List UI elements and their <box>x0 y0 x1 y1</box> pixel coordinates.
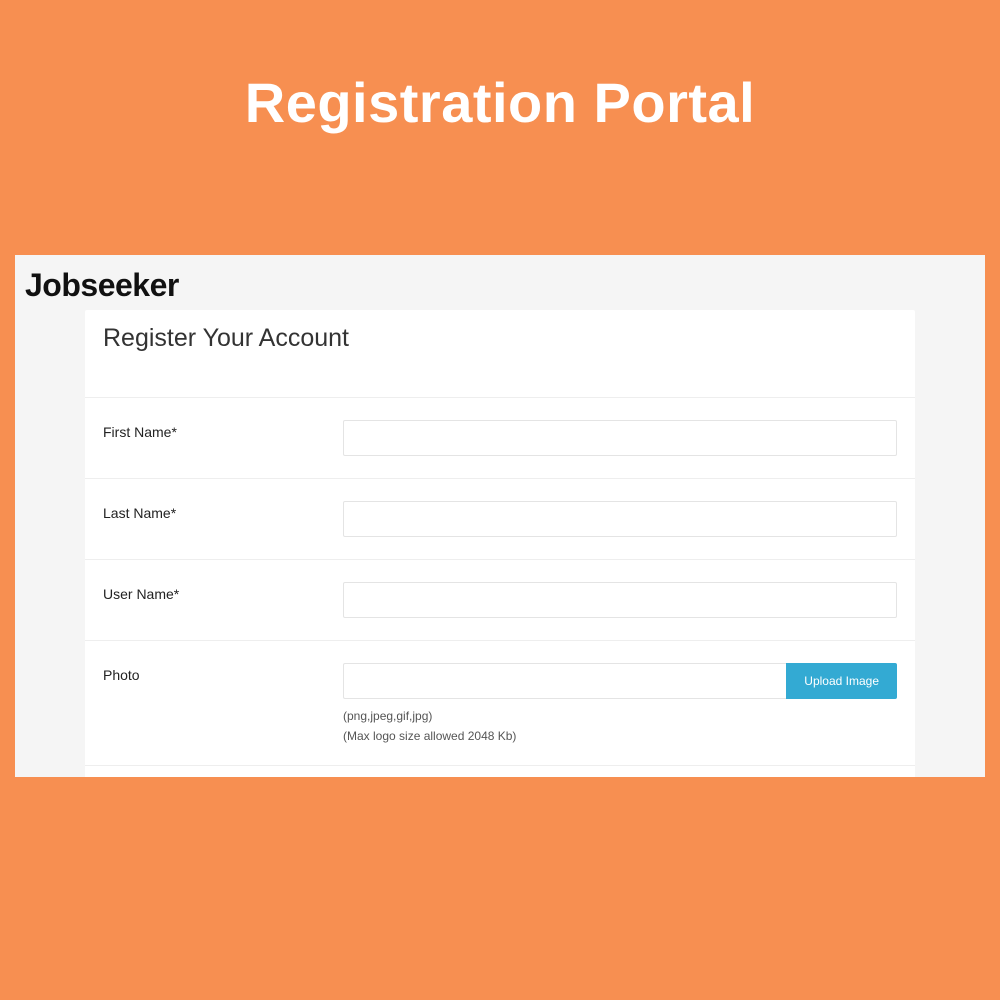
row-email: Email* <box>85 765 915 777</box>
first-name-input[interactable] <box>343 420 897 456</box>
label-first-name: First Name* <box>103 420 343 440</box>
row-user-name: User Name* <box>85 559 915 640</box>
photo-hint-formats: (png,jpeg,gif,jpg) <box>343 709 897 723</box>
photo-hint-size: (Max logo size allowed 2048 Kb) <box>343 729 897 743</box>
page-title: Registration Portal <box>0 70 1000 135</box>
card-title-row: Register Your Account <box>85 310 915 397</box>
panel-header: Jobseeker <box>15 267 985 310</box>
label-photo: Photo <box>103 663 343 683</box>
label-user-name: User Name* <box>103 582 343 602</box>
row-photo: Photo Upload Image (png,jpeg,gif,jpg) (M… <box>85 640 915 765</box>
row-last-name: Last Name* <box>85 478 915 559</box>
photo-input[interactable] <box>343 663 786 699</box>
upload-image-button[interactable]: Upload Image <box>786 663 897 699</box>
user-name-input[interactable] <box>343 582 897 618</box>
hero-banner: Registration Portal <box>0 0 1000 215</box>
upload-group: Upload Image <box>343 663 897 699</box>
registration-card: Register Your Account First Name* Last N… <box>85 310 915 777</box>
label-last-name: Last Name* <box>103 501 343 521</box>
card-title: Register Your Account <box>103 324 897 353</box>
last-name-input[interactable] <box>343 501 897 537</box>
registration-panel: Jobseeker Register Your Account First Na… <box>15 255 985 777</box>
row-first-name: First Name* <box>85 397 915 478</box>
